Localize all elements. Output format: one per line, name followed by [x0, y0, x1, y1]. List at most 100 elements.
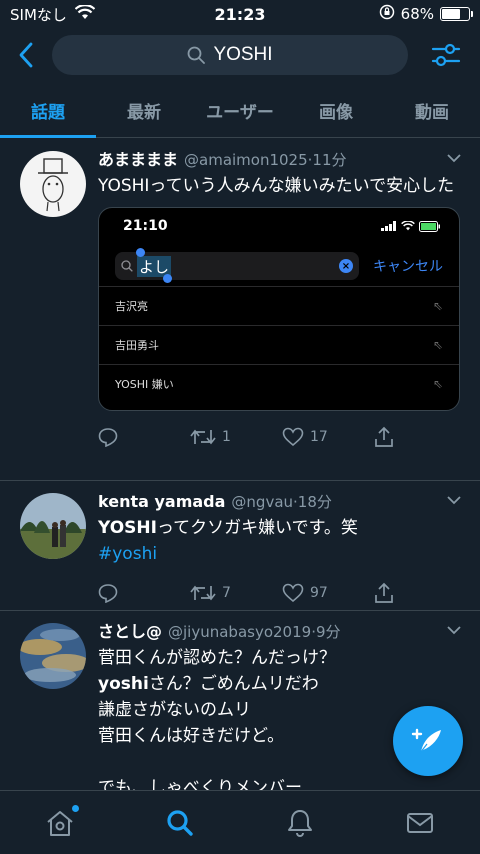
tweet-author-name[interactable]: あまままま	[98, 149, 178, 171]
status-bar: SIMなし 21:23 68%	[0, 0, 480, 28]
chevron-down-icon[interactable]	[446, 153, 462, 163]
tab-top[interactable]: 話題	[0, 84, 96, 138]
retweet-button[interactable]: 7	[190, 584, 282, 602]
sliders-icon	[431, 43, 461, 67]
share-icon	[375, 426, 393, 447]
tweet-author-name[interactable]: さとし@	[98, 621, 162, 643]
clock: 21:23	[214, 4, 266, 24]
reply-icon	[98, 428, 118, 447]
clear-icon: ×	[339, 259, 353, 273]
highlight-text: yoshi	[98, 674, 149, 694]
tweet-line: 菅田くんは好きだけど。	[98, 726, 285, 746]
tweet-author-handle: @ngvau	[231, 493, 294, 511]
retweet-count: 7	[222, 585, 231, 601]
hashtag-link[interactable]: #yoshi	[98, 544, 157, 564]
chevron-left-icon	[19, 42, 33, 68]
chevron-down-icon[interactable]	[446, 625, 462, 635]
media-search-bar: よし ×	[115, 252, 359, 280]
battery-icon	[440, 7, 473, 21]
tweet-line: 菅田くんが認めた？んだっけ？	[98, 648, 336, 668]
tweet-timestamp: ·9分	[311, 623, 341, 641]
suggestion-text: 吉沢亮	[115, 300, 148, 313]
mail-icon	[407, 812, 433, 833]
share-icon	[375, 582, 393, 603]
retweet-icon	[190, 585, 216, 601]
signal-icon	[381, 221, 396, 231]
tweet-author-name[interactable]: kenta yamada	[98, 491, 225, 513]
tweet[interactable]: kenta yamada @ngvau ·18分 YOSHIってクソガキ嫌いです…	[0, 481, 480, 611]
arrow-up-left-icon: ⇖	[432, 299, 443, 313]
tab-users[interactable]: ユーザー	[192, 84, 288, 137]
compose-tweet-button[interactable]	[393, 706, 463, 776]
suggestion-text: YOSHI 嫌い	[115, 378, 174, 391]
media-suggestion-row: 吉田勇斗 ⇖	[99, 325, 459, 364]
tweet-text: YOSHIってクソガキ嫌いです。笑 #yoshi	[98, 515, 466, 567]
bottom-nav	[0, 790, 480, 854]
reply-icon	[98, 584, 118, 603]
notification-dot	[72, 805, 79, 812]
compose-feather-icon	[411, 728, 441, 754]
back-button[interactable]	[2, 31, 50, 79]
reply-button[interactable]	[98, 427, 190, 447]
tweet-line: 謙虚さがないのムリ	[98, 700, 251, 720]
selection-handle-end	[163, 274, 172, 283]
search-icon	[121, 260, 133, 272]
share-button[interactable]	[374, 426, 466, 448]
media-suggestion-row: 吉沢亮 ⇖	[99, 286, 459, 325]
arrow-up-left-icon: ⇖	[432, 338, 443, 352]
nav-search[interactable]	[120, 791, 240, 854]
reply-button[interactable]	[98, 583, 190, 603]
search-field[interactable]: YOSHI	[52, 35, 408, 75]
search-query: YOSHI	[213, 44, 273, 65]
search-header: YOSHI	[0, 28, 480, 82]
avatar[interactable]	[20, 623, 86, 689]
retweet-icon	[190, 429, 216, 445]
tab-videos[interactable]: 動画	[384, 84, 480, 137]
nav-home[interactable]	[0, 791, 120, 854]
tweet-timestamp: ·11分	[307, 151, 347, 169]
like-count: 97	[310, 585, 328, 601]
tweet-line: でも、しゃべくりメンバー	[98, 778, 302, 790]
nav-messages[interactable]	[360, 791, 480, 854]
search-filter-button[interactable]	[422, 31, 470, 79]
bell-icon	[288, 809, 312, 837]
home-icon	[47, 810, 73, 836]
like-count: 17	[310, 429, 328, 445]
search-tabs: 話題 最新 ユーザー 画像 動画	[0, 84, 480, 138]
chevron-down-icon[interactable]	[446, 495, 462, 505]
media-suggestion-row: YOSHI 嫌い ⇖	[99, 364, 459, 403]
tweet-media-image[interactable]: 21:10 よし × キャンセル 吉沢亮 ⇖ 吉田勇斗 ⇖ YOSHI 嫌い ⇖	[98, 207, 460, 411]
heart-icon	[282, 583, 304, 603]
tweet-author-handle: @jiyunabasyo2019	[168, 623, 312, 641]
tweet-line: さん？ごめんムリだわ	[148, 674, 319, 694]
suggestion-text: 吉田勇斗	[115, 339, 159, 352]
tab-images[interactable]: 画像	[288, 84, 384, 137]
like-button[interactable]: 97	[282, 583, 374, 603]
tweet-actions: 7 97	[98, 571, 466, 615]
like-button[interactable]: 17	[282, 427, 374, 447]
highlight-text: YOSHI	[98, 518, 157, 538]
media-time: 21:10	[123, 218, 168, 234]
wifi-icon	[401, 221, 415, 231]
selection-handle-start	[136, 248, 145, 257]
tweet-timestamp: ·18分	[293, 493, 332, 511]
search-icon	[188, 46, 206, 64]
tweet-actions: 1 17	[98, 415, 466, 459]
tab-latest[interactable]: 最新	[96, 84, 192, 137]
retweet-count: 1	[222, 429, 231, 445]
media-cancel-label: キャンセル	[373, 259, 443, 275]
avatar[interactable]	[20, 493, 86, 559]
heart-icon	[282, 427, 304, 447]
nav-notifications[interactable]	[240, 791, 360, 854]
arrow-up-left-icon: ⇖	[432, 377, 443, 391]
tweet-text-rest: ってクソガキ嫌いです。笑	[156, 518, 358, 538]
avatar[interactable]	[20, 151, 86, 217]
tweet-text: YOSHIっていう人みんな嫌いみたいで安心した	[98, 176, 455, 196]
search-icon	[167, 809, 193, 836]
tweet[interactable]: あまままま @amaimon1025 ·11分 YOSHIっていう人みんな嫌いみ…	[0, 139, 480, 481]
share-button[interactable]	[374, 582, 466, 604]
battery-charging-icon	[419, 220, 440, 232]
retweet-button[interactable]: 1	[190, 428, 282, 446]
tweet-feed[interactable]: あまままま @amaimon1025 ·11分 YOSHIっていう人みんな嫌いみ…	[0, 139, 480, 790]
tweet-author-handle: @amaimon1025	[184, 151, 308, 169]
